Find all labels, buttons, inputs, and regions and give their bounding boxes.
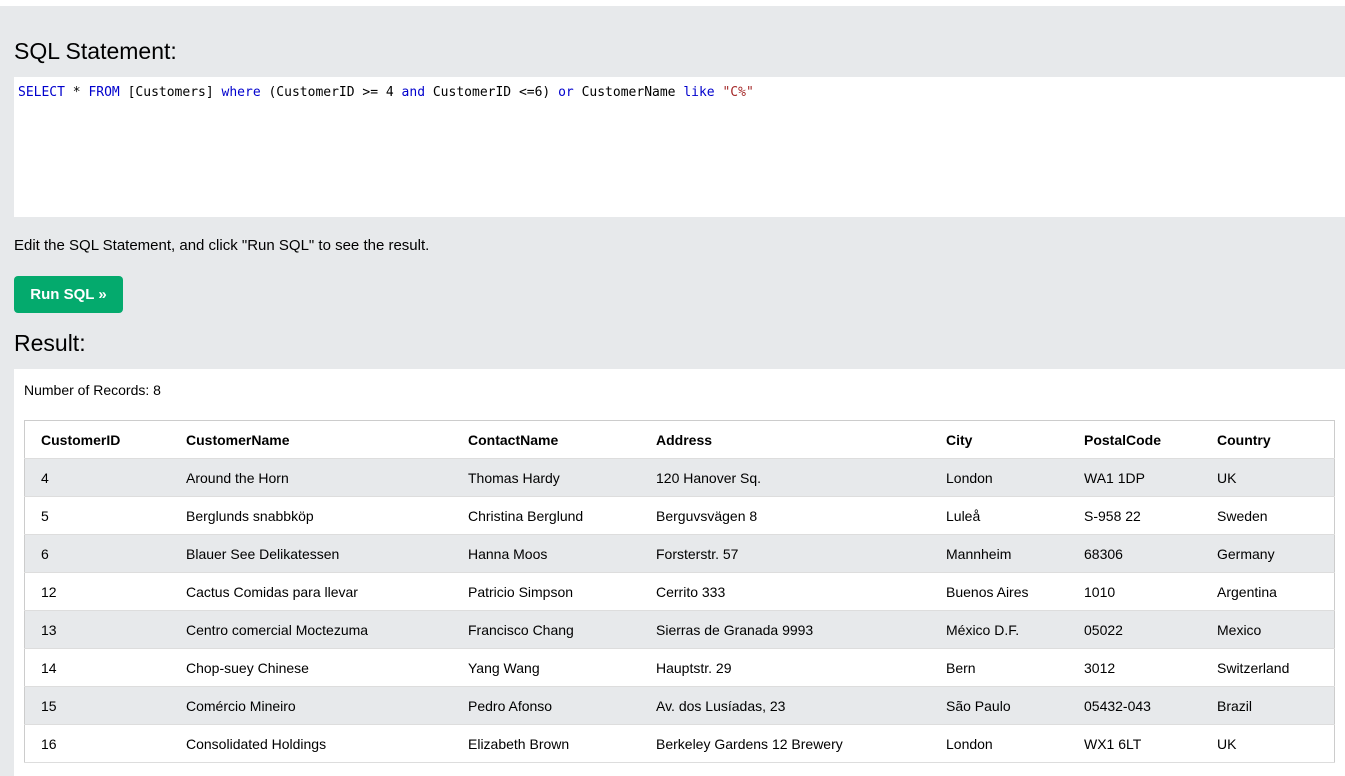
record-count: Number of Records: 8 — [24, 382, 161, 398]
table-row: 4 Around the Horn Thomas Hardy 120 Hanov… — [24, 458, 1335, 497]
table-cell: Brazil — [1201, 686, 1335, 725]
table-cell: São Paulo — [930, 686, 1068, 725]
run-sql-button[interactable]: Run SQL » — [14, 276, 123, 313]
sql-token: CustomerID <=6) — [425, 85, 559, 100]
column-header: PostalCode — [1068, 420, 1201, 459]
column-header: Address — [640, 420, 930, 459]
table-cell: Cactus Comidas para llevar — [170, 572, 452, 611]
instruction-text: Edit the SQL Statement, and click "Run S… — [14, 237, 430, 254]
table-cell: Sweden — [1201, 496, 1335, 535]
table-row: 15 Comércio Mineiro Pedro Afonso Av. dos… — [24, 686, 1335, 725]
table-cell: 3012 — [1068, 648, 1201, 687]
sql-token: FROM — [88, 85, 120, 100]
sql-token: CustomerName — [573, 85, 684, 100]
table-cell: UK — [1201, 458, 1335, 497]
table-row: 6 Blauer See Delikatessen Hanna Moos For… — [24, 534, 1335, 573]
table-cell: Bern — [930, 648, 1068, 687]
table-cell: Christina Berglund — [452, 496, 640, 535]
table-cell: WA1 1DP — [1068, 458, 1201, 497]
table-row: 16 Consolidated Holdings Elizabeth Brown… — [24, 724, 1335, 763]
table-cell: 15 — [24, 686, 170, 725]
table-cell: Chop-suey Chinese — [170, 648, 452, 687]
table-cell: Av. dos Lusíadas, 23 — [640, 686, 930, 725]
table-cell: Mannheim — [930, 534, 1068, 573]
sql-token: and — [401, 85, 426, 100]
table-cell: 1010 — [1068, 572, 1201, 611]
table-cell: Luleå — [930, 496, 1068, 535]
table-cell: 68306 — [1068, 534, 1201, 573]
table-cell: Berkeley Gardens 12 Brewery — [640, 724, 930, 763]
table-cell: Argentina — [1201, 572, 1335, 611]
sql-token: (CustomerID >= 4 — [260, 85, 402, 100]
table-cell: UK — [1201, 724, 1335, 763]
sql-token: where — [221, 85, 261, 100]
table-cell: Hauptstr. 29 — [640, 648, 930, 687]
table-cell: Germany — [1201, 534, 1335, 573]
table-cell: 12 — [24, 572, 170, 611]
sql-statement-heading: SQL Statement: — [14, 38, 177, 64]
table-cell: WX1 6LT — [1068, 724, 1201, 763]
table-cell: Hanna Moos — [452, 534, 640, 573]
sql-token: [Customers] — [119, 85, 222, 100]
table-cell: México D.F. — [930, 610, 1068, 649]
table-cell: Forsterstr. 57 — [640, 534, 930, 573]
table-cell: 14 — [24, 648, 170, 687]
table-cell: London — [930, 724, 1068, 763]
column-header: CustomerName — [170, 420, 452, 459]
table-cell: Francisco Chang — [452, 610, 640, 649]
column-header: ContactName — [452, 420, 640, 459]
table-cell: 05432-043 — [1068, 686, 1201, 725]
table-row: 5 Berglunds snabbköp Christina Berglund … — [24, 496, 1335, 535]
result-panel: Number of Records: 8 CustomerID Customer… — [14, 369, 1345, 776]
column-header: CustomerID — [24, 420, 170, 459]
table-row: 14 Chop-suey Chinese Yang Wang Hauptstr.… — [24, 648, 1335, 687]
table-cell: 16 — [24, 724, 170, 763]
table-cell: Berguvsvägen 8 — [640, 496, 930, 535]
table-cell: 5 — [24, 496, 170, 535]
table-cell: Comércio Mineiro — [170, 686, 452, 725]
column-header: Country — [1201, 420, 1335, 459]
table-header-row: CustomerID CustomerName ContactName Addr… — [24, 420, 1335, 459]
table-cell: 120 Hanover Sq. — [640, 458, 930, 497]
table-cell: Yang Wang — [452, 648, 640, 687]
result-table: CustomerID CustomerName ContactName Addr… — [24, 420, 1335, 763]
table-cell: Cerrito 333 — [640, 572, 930, 611]
table-cell: Consolidated Holdings — [170, 724, 452, 763]
table-cell: Berglunds snabbköp — [170, 496, 452, 535]
table-cell: Blauer See Delikatessen — [170, 534, 452, 573]
table-cell: 6 — [24, 534, 170, 573]
table-cell: Sierras de Granada 9993 — [640, 610, 930, 649]
table-cell: Switzerland — [1201, 648, 1335, 687]
result-heading: Result: — [14, 330, 86, 356]
table-cell: Patricio Simpson — [452, 572, 640, 611]
table-cell: Pedro Afonso — [452, 686, 640, 725]
sql-token: or — [558, 85, 574, 100]
sql-token: SELECT — [18, 85, 65, 100]
table-row: 12 Cactus Comidas para llevar Patricio S… — [24, 572, 1335, 611]
table-cell: 05022 — [1068, 610, 1201, 649]
table-cell: Thomas Hardy — [452, 458, 640, 497]
table-cell: 13 — [24, 610, 170, 649]
sql-editor[interactable]: SELECT * FROM [Customers] where (Custome… — [14, 77, 1345, 217]
column-header: City — [930, 420, 1068, 459]
table-cell: Mexico — [1201, 610, 1335, 649]
table-cell: London — [930, 458, 1068, 497]
sql-token: * — [64, 85, 89, 100]
sql-token: like — [683, 85, 715, 100]
table-cell: Around the Horn — [170, 458, 452, 497]
table-cell: 4 — [24, 458, 170, 497]
table-cell: S-958 22 — [1068, 496, 1201, 535]
sql-token: "C%" — [722, 85, 754, 100]
table-cell: Buenos Aires — [930, 572, 1068, 611]
table-cell: Centro comercial Moctezuma — [170, 610, 452, 649]
table-cell: Elizabeth Brown — [452, 724, 640, 763]
table-row: 13 Centro comercial Moctezuma Francisco … — [24, 610, 1335, 649]
